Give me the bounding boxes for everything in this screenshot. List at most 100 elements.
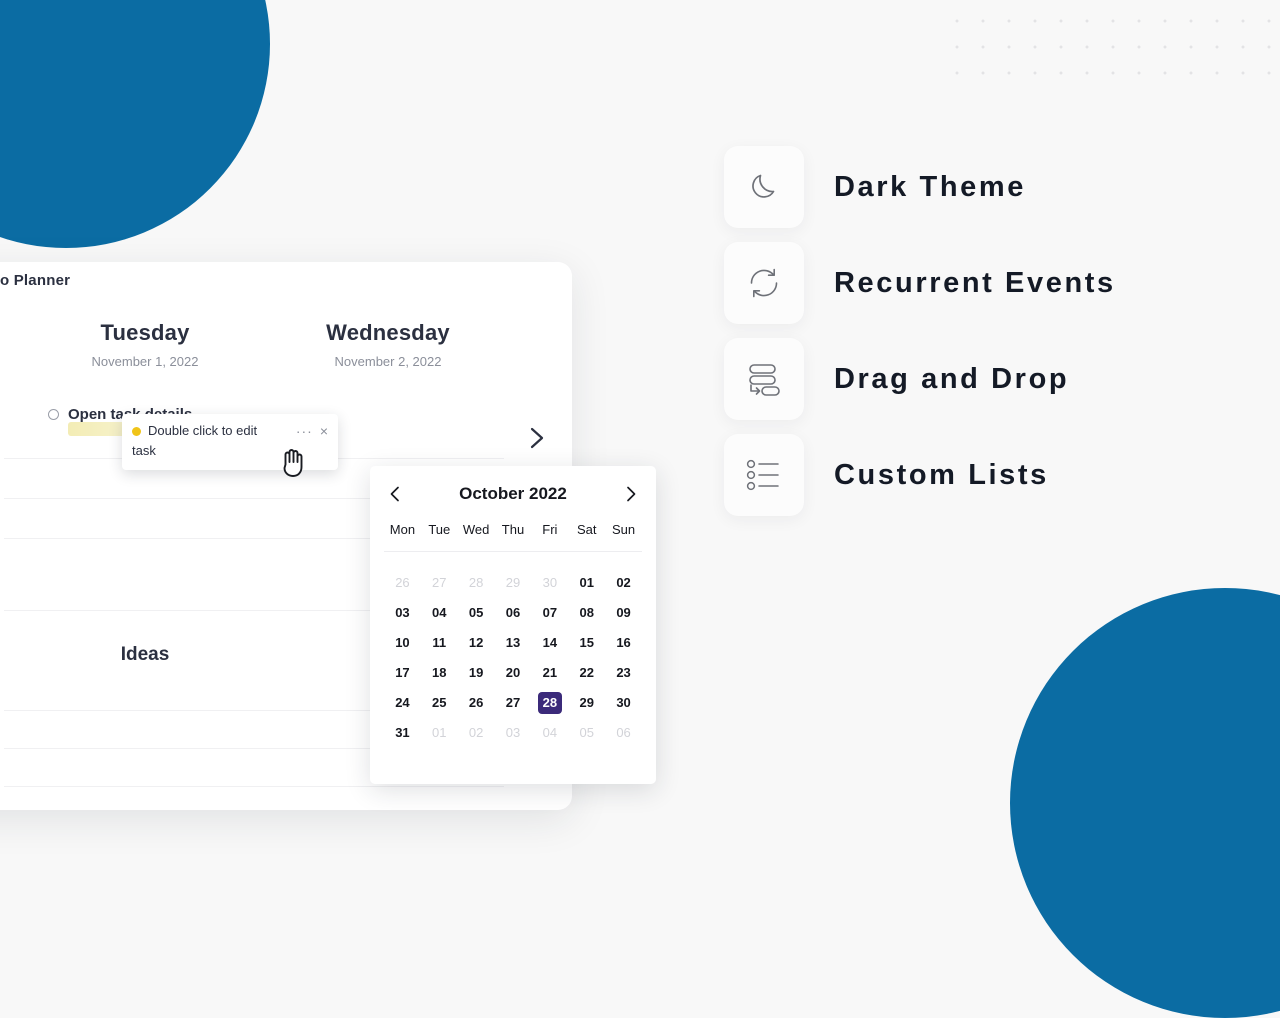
- calendar-day[interactable]: 10: [384, 632, 421, 654]
- feature-label: Drag and Drop: [834, 362, 1070, 395]
- day-date: November 1, 2022: [91, 354, 199, 369]
- calendar-day-label: 27: [432, 575, 447, 590]
- feature-icon-tile: [724, 338, 804, 420]
- calendar-weekday: Thu: [501, 522, 525, 537]
- planner-title: o Planner: [0, 272, 71, 289]
- calendar-day[interactable]: 18: [421, 662, 458, 684]
- calendar-day-label: 31: [395, 725, 410, 740]
- day-column-tuesday: Tuesday November 1, 2022: [45, 320, 245, 369]
- calendar-month-title: October 2022: [459, 484, 567, 503]
- calendar-day[interactable]: 30: [531, 572, 568, 594]
- calendar-day-label: 28: [537, 692, 562, 714]
- decorative-circle-top-left: [0, 0, 270, 248]
- calendar-day[interactable]: 21: [531, 662, 568, 684]
- calendar-day-label: 01: [579, 575, 594, 590]
- day-name: Tuesday: [100, 320, 190, 345]
- task-checkbox-icon[interactable]: [48, 409, 59, 420]
- calendar-day[interactable]: 25: [421, 692, 458, 714]
- grab-hand-cursor-icon: [278, 444, 308, 478]
- calendar-day[interactable]: 20: [495, 662, 532, 684]
- calendar-day[interactable]: 04: [421, 602, 458, 624]
- calendar-day[interactable]: 19: [458, 662, 495, 684]
- planner-ideas-title: Ideas: [120, 644, 170, 665]
- calendar-day[interactable]: 23: [605, 662, 642, 684]
- calendar-day-label: 04: [542, 725, 558, 740]
- calendar-prev-month-button[interactable]: [386, 485, 404, 503]
- calendar-day-label: 12: [468, 635, 484, 650]
- calendar-day[interactable]: 08: [568, 602, 605, 624]
- chevron-right-icon: [530, 427, 544, 449]
- calendar-day[interactable]: 07: [531, 602, 568, 624]
- calendar-day-label: 05: [468, 605, 484, 620]
- bullet-list-icon: [746, 459, 779, 491]
- calendar-day[interactable]: 04: [531, 722, 568, 744]
- calendar-day-label: 13: [505, 635, 521, 650]
- calendar-day[interactable]: 05: [568, 722, 605, 744]
- calendar-day[interactable]: 29: [495, 572, 532, 594]
- calendar-day[interactable]: 26: [458, 692, 495, 714]
- calendar-header: October 2022: [370, 466, 656, 522]
- task-card-header: Double click to edit ··· ×: [132, 422, 328, 440]
- calendar-day[interactable]: 15: [568, 632, 605, 654]
- calendar-day-label: 04: [432, 605, 447, 620]
- calendar-day[interactable]: 31: [384, 722, 421, 744]
- calendar-day[interactable]: 01: [421, 722, 458, 744]
- calendar-day[interactable]: 11: [421, 632, 458, 654]
- calendar-day[interactable]: 30: [605, 692, 642, 714]
- calendar-day[interactable]: 27: [421, 572, 458, 594]
- calendar-day-label: 23: [616, 665, 631, 680]
- calendar-day[interactable]: 14: [531, 632, 568, 654]
- feature-list: Dark Theme Recurrent Events Drag and Dro…: [724, 146, 1116, 530]
- calendar-day[interactable]: 02: [458, 722, 495, 744]
- calendar-day[interactable]: 17: [384, 662, 421, 684]
- feature-item-drag-and-drop[interactable]: Drag and Drop: [724, 338, 1116, 420]
- planner-next-day-button[interactable]: [523, 425, 549, 451]
- calendar-day-label: 17: [395, 665, 410, 680]
- calendar-day[interactable]: 28: [458, 572, 495, 594]
- calendar-weekday: Tue: [428, 522, 451, 537]
- feature-label: Recurrent Events: [834, 266, 1116, 299]
- feature-item-custom-lists[interactable]: Custom Lists: [724, 434, 1116, 516]
- calendar-day-label: 29: [505, 575, 521, 590]
- task-card-close-button[interactable]: ×: [320, 424, 328, 438]
- calendar-day[interactable]: 24: [384, 692, 421, 714]
- feature-item-recurrent-events[interactable]: Recurrent Events: [724, 242, 1116, 324]
- calendar-day-label: 26: [395, 575, 410, 590]
- calendar-day[interactable]: 03: [384, 602, 421, 624]
- feature-label: Dark Theme: [834, 170, 1027, 203]
- calendar-day[interactable]: 03: [495, 722, 532, 744]
- calendar-day[interactable]: 01: [568, 572, 605, 594]
- feature-item-dark-theme[interactable]: Dark Theme: [724, 146, 1116, 228]
- calendar-day[interactable]: 12: [458, 632, 495, 654]
- calendar-weekday: Wed: [462, 522, 490, 537]
- calendar-day-label: 02: [468, 725, 484, 740]
- feature-label: Custom Lists: [834, 458, 1049, 491]
- calendar-day-label: 11: [432, 635, 447, 650]
- calendar-day[interactable]: 22: [568, 662, 605, 684]
- calendar-day[interactable]: 05: [458, 602, 495, 624]
- calendar-day-selected[interactable]: 28: [531, 692, 568, 714]
- calendar-day-label: 09: [616, 605, 631, 620]
- calendar-day[interactable]: 06: [605, 722, 642, 744]
- calendar-day[interactable]: 26: [384, 572, 421, 594]
- calendar-weekday: Sun: [612, 522, 636, 537]
- calendar-day[interactable]: 02: [605, 572, 642, 594]
- calendar-day-label: 06: [616, 725, 631, 740]
- calendar-day-label: 21: [542, 665, 558, 680]
- task-card-title: Double click to edit: [148, 423, 258, 438]
- calendar-day[interactable]: 29: [568, 692, 605, 714]
- calendar-next-month-button[interactable]: [622, 485, 640, 503]
- calendar-day-label: 20: [505, 665, 521, 680]
- calendar-day[interactable]: 13: [495, 632, 532, 654]
- calendar-day[interactable]: 09: [605, 602, 642, 624]
- calendar-day-label: 08: [579, 605, 594, 620]
- calendar-day-label: 03: [505, 725, 521, 740]
- task-card-more-button[interactable]: ···: [296, 424, 313, 438]
- calendar-day[interactable]: 06: [495, 602, 532, 624]
- calendar-day-label: 26: [468, 695, 484, 710]
- calendar-weekday: Fri: [542, 522, 558, 537]
- calendar-day-label: 02: [616, 575, 631, 590]
- calendar-day[interactable]: 27: [495, 692, 532, 714]
- calendar-popover: October 2022 Mon Tue Wed Thu Fri Sat Sun…: [370, 466, 656, 784]
- calendar-day[interactable]: 16: [605, 632, 642, 654]
